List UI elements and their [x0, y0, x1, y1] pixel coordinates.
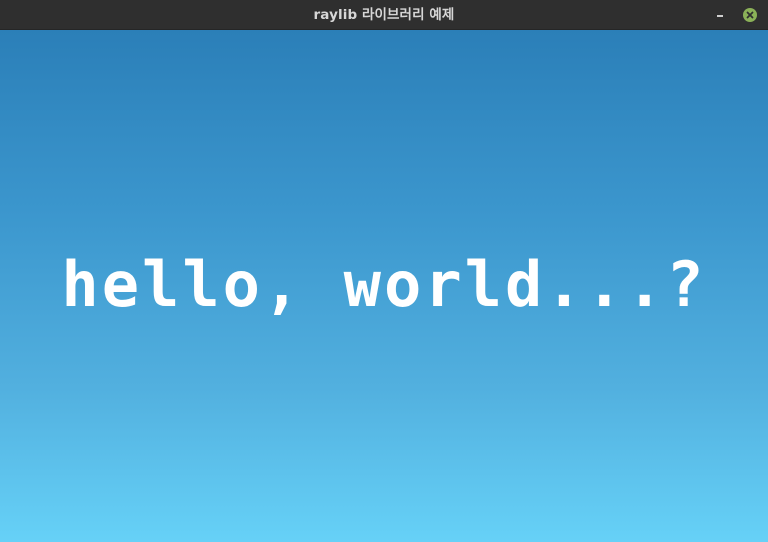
close-button[interactable]	[743, 8, 757, 22]
app-window: raylib 라이브러리 예제 hello, world...?	[0, 0, 768, 542]
minimize-button[interactable]	[710, 6, 730, 24]
canvas-text: hello, world...?	[61, 248, 707, 321]
minimize-icon	[717, 15, 723, 17]
window-title: raylib 라이브러리 예제	[313, 7, 455, 23]
close-icon	[746, 11, 754, 19]
title-bar[interactable]: raylib 라이브러리 예제	[0, 0, 768, 30]
render-canvas[interactable]: hello, world...?	[0, 30, 768, 542]
